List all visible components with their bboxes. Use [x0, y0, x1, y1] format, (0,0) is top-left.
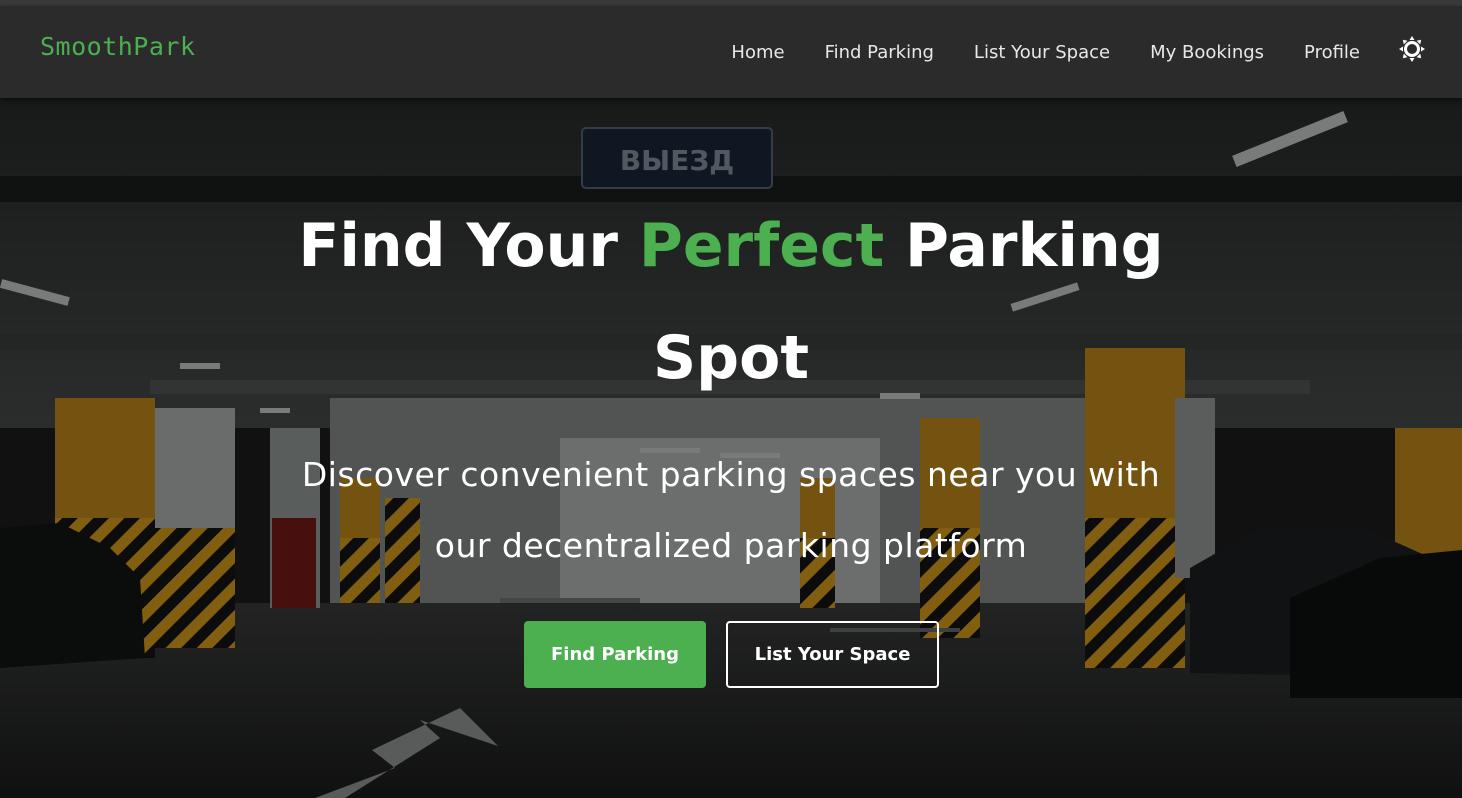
nav-links: Home Find Parking List Your Space My Boo… [731, 6, 1360, 98]
hero-title-start: Find Your [298, 211, 639, 281]
theme-toggle-button[interactable] [1398, 35, 1426, 63]
brand-logo[interactable]: SmoothPark [40, 32, 196, 61]
hero-section: ВЫЕЗД Find Your Perfect Parking Spot Dis… [0, 98, 1462, 798]
find-parking-button[interactable]: Find Parking [524, 621, 706, 688]
list-your-space-button[interactable]: List Your Space [726, 621, 939, 688]
sun-icon [1399, 36, 1425, 62]
hero-content: Find Your Perfect Parking Spot Discover … [0, 98, 1462, 798]
nav-link-find-parking[interactable]: Find Parking [825, 42, 934, 63]
nav-link-home[interactable]: Home [731, 42, 784, 63]
nav-link-profile[interactable]: Profile [1304, 42, 1360, 63]
navbar: SmoothPark Home Find Parking List Your S… [0, 6, 1462, 98]
hero-subtitle: Discover convenient parking spaces near … [301, 455, 1161, 565]
nav-link-list-your-space[interactable]: List Your Space [974, 42, 1110, 63]
hero-title-accent: Perfect [638, 211, 885, 281]
nav-link-my-bookings[interactable]: My Bookings [1150, 42, 1264, 63]
hero-title: Find Your Perfect Parking Spot [231, 190, 1231, 414]
